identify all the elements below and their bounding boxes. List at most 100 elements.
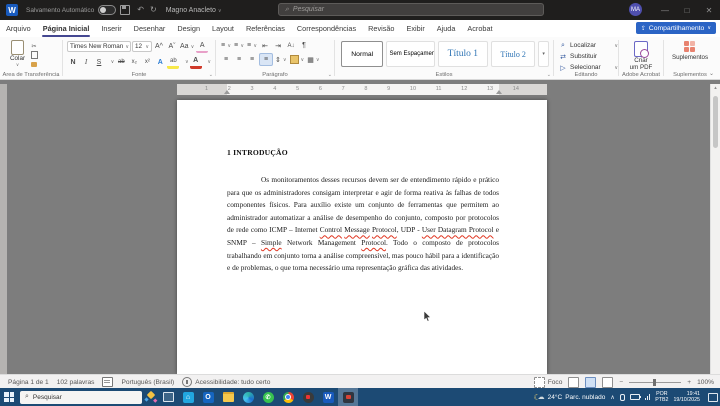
paragraph-dialog-launcher[interactable]: ⌄ [328,72,332,78]
create-pdf-button[interactable]: Criar um PDF [619,40,663,72]
store-icon[interactable]: ⌂ [178,388,198,406]
tab-arquivo[interactable]: Arquivo [0,20,37,37]
subscript-icon[interactable]: x₂ [128,57,140,68]
change-case-icon[interactable]: Aa ∨ [179,41,195,52]
proofing-status[interactable] [102,377,114,387]
tab-correspondencias[interactable]: Correspondências [291,20,362,37]
print-layout-icon[interactable] [585,376,597,388]
numbering-icon[interactable]: ≡ ∨ [233,40,245,51]
collapse-ribbon-icon[interactable]: ⌄ [709,70,714,77]
scroll-up-icon[interactable]: ▴ [711,85,720,91]
maximize-button[interactable]: □ [676,0,698,20]
notification-center-icon[interactable] [708,392,718,402]
word-count[interactable]: 102 palavras [57,379,95,386]
redo-icon[interactable]: ↻ [150,0,157,20]
grow-font-icon[interactable]: A^ [153,41,165,52]
tab-revisao[interactable]: Revisão [362,20,400,37]
font-color-icon[interactable]: A [189,55,202,69]
start-button[interactable] [0,388,18,406]
whatsapp-icon[interactable]: ✆ [258,388,278,406]
addins-button[interactable]: Suplementos [664,40,716,62]
browser-gx-icon[interactable] [298,388,318,406]
titlebar-search-box[interactable]: ⌕ Pesquisar [278,3,544,16]
task-view-icon[interactable] [158,388,178,406]
copilot-sparkle-icon[interactable] [144,390,158,404]
style-titulo-2[interactable]: Título 2 [490,41,536,67]
shrink-font-icon[interactable]: Aˇ [166,41,178,52]
tab-inserir[interactable]: Inserir [95,20,127,37]
replace-button[interactable]: ⇄ Substituir [554,51,618,62]
network-icon[interactable] [644,394,651,400]
accessibility-status[interactable]: Acessibilidade: tudo certo [182,377,270,387]
close-button[interactable]: ✕ [698,0,720,20]
align-left-icon[interactable]: ≡ [220,54,232,65]
highlight-caret[interactable]: ∨ [183,59,189,65]
align-right-icon[interactable]: ≡ [246,54,258,65]
clear-formatting-icon[interactable]: A [196,40,209,53]
document-page[interactable]: 1 INTRODUÇÃO Os monitoramentos desses re… [177,100,547,374]
borders-icon[interactable]: ▦ ∨ [306,54,320,65]
show-paragraph-marks-icon[interactable]: ¶ [298,40,310,51]
strikethrough-icon[interactable]: ab [115,57,127,68]
increase-indent-icon[interactable]: ⇥ [272,40,284,51]
battery-icon[interactable] [629,394,641,400]
tab-ajuda[interactable]: Ajuda [431,20,462,37]
cut-icon[interactable]: ✂ [28,42,40,50]
font-size-combobox[interactable]: 12 ∨ [132,41,152,52]
vertical-scrollbar[interactable]: ▴ [710,84,720,374]
autosave-control[interactable]: Salvamento Automático [26,5,117,15]
language-switcher[interactable]: POR PTB2 [655,391,668,403]
font-family-combobox[interactable]: Times New Roman ∨ [67,41,131,52]
justify-icon[interactable]: ≡ [259,53,273,66]
undo-icon[interactable]: ↶ [137,0,144,20]
zoom-level[interactable]: 100% [697,379,714,386]
sort-icon[interactable]: A↓ [285,40,297,51]
share-button[interactable]: ⇪ Compartilhamento ∨ [635,22,716,34]
tab-desenhar[interactable]: Desenhar [128,20,172,37]
decrease-indent-icon[interactable]: ⇤ [259,40,271,51]
zoom-out-icon[interactable]: − [619,379,623,386]
superscript-icon[interactable]: x² [141,57,153,68]
bullets-icon[interactable]: ≡ ∨ [220,40,232,51]
find-button[interactable]: ⌕ Localizar ∨ [554,40,618,51]
word-app-icon[interactable]: W [6,4,18,16]
weather-widget[interactable]: ☾ ☁ 24°C Parc. nublado [534,393,606,402]
tab-exibir[interactable]: Exibir [401,20,431,37]
outlook-icon[interactable]: O [198,388,218,406]
zoom-in-icon[interactable]: + [687,379,691,386]
bold-icon[interactable]: N [67,57,79,68]
font-dialog-launcher[interactable]: ⌄ [209,72,213,78]
user-avatar[interactable]: MA [629,3,642,16]
right-indent-marker[interactable] [496,90,502,94]
style-sem-espacamento[interactable]: Sem Espaçamento [386,41,435,67]
scrollbar-thumb[interactable] [712,96,718,148]
left-indent-marker[interactable] [224,90,230,94]
tab-referencias[interactable]: Referências [240,20,291,37]
multilevel-list-icon[interactable]: ≡ ∨ [246,40,258,51]
tray-chevron-icon[interactable]: ∧ [610,394,614,401]
file-explorer-icon[interactable] [218,388,238,406]
paste-button[interactable]: Colar ∨ [10,40,25,68]
chrome-icon[interactable] [278,388,298,406]
copy-icon[interactable] [28,51,40,59]
autosave-toggle[interactable] [98,5,117,15]
vertical-ruler[interactable] [0,84,7,374]
shading-icon[interactable]: ∨ [289,54,306,65]
tab-layout[interactable]: Layout [206,20,240,37]
line-spacing-icon[interactable]: ⇕ ∨ [274,54,288,65]
word-taskbar-icon[interactable]: W [318,388,338,406]
active-window-taskbar-icon[interactable] [338,388,358,406]
page-indicator[interactable]: Página 1 de 1 [8,379,49,386]
save-icon[interactable] [120,5,131,15]
format-painter-icon[interactable] [28,60,40,68]
document-title[interactable]: Magno Anacleto ∨ [166,7,222,14]
web-layout-icon[interactable] [602,376,614,388]
italic-icon[interactable]: I [80,57,92,68]
tab-pagina-inicial[interactable]: Página Inicial [37,20,96,37]
microphone-icon[interactable] [619,393,625,401]
edge-icon[interactable] [238,388,258,406]
clipboard-dialog-launcher[interactable]: ⌄ [56,72,60,78]
underline-caret[interactable]: ∨ [109,59,115,65]
focus-mode-button[interactable]: Foco [533,376,562,388]
text-effects-icon[interactable]: A [154,57,166,68]
